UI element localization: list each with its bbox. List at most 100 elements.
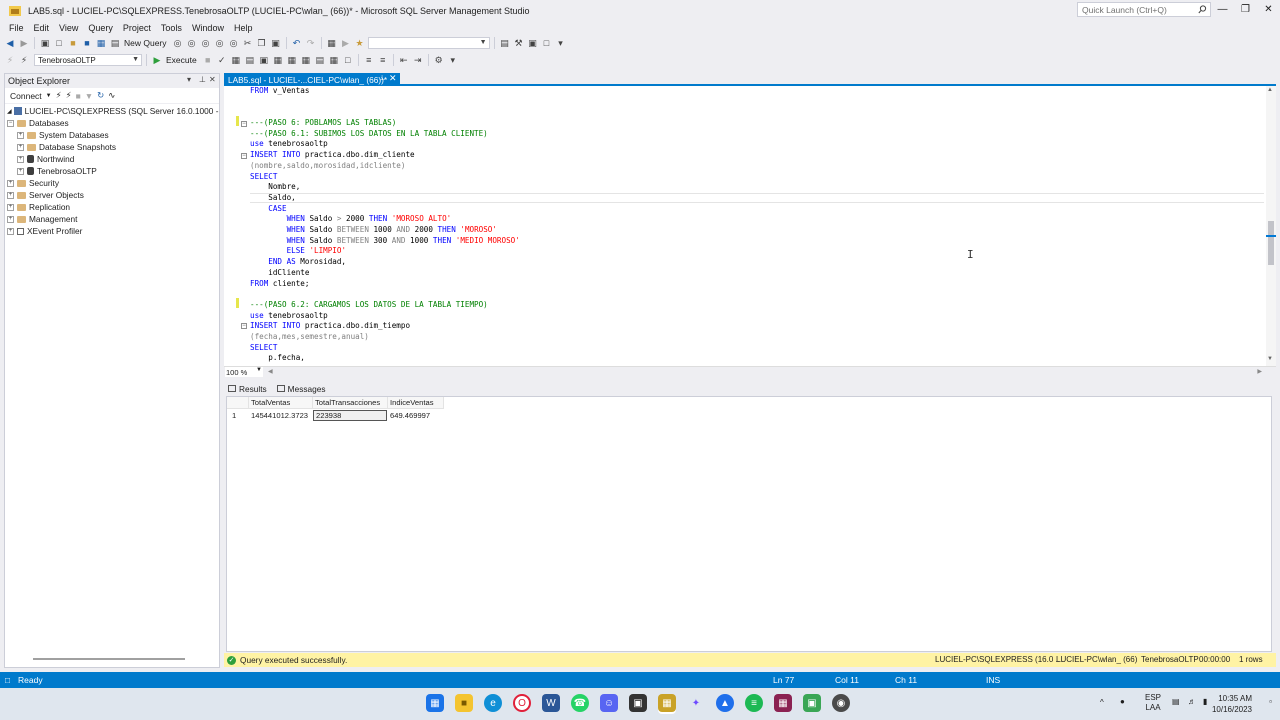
tree-item-tenebrosaoltp[interactable]: + TenebrosaOLTP [5, 165, 219, 177]
decrease-indent-icon[interactable]: ⇤ [398, 54, 410, 66]
fold-icon[interactable]: − [241, 121, 247, 127]
tree-item-system-databases[interactable]: + System Databases [5, 129, 219, 141]
quick-launch-input[interactable]: Quick Launch (Ctrl+Q) [1077, 2, 1211, 17]
window-layout-icon[interactable]: □ [541, 37, 553, 49]
paste-icon[interactable]: ▣ [270, 37, 282, 49]
language-indicator[interactable]: ESP LAA [1145, 693, 1161, 713]
network-icon[interactable]: ▤ [1172, 697, 1180, 706]
increase-indent-icon[interactable]: ⇥ [412, 54, 424, 66]
scroll-right-icon[interactable]: ▶ [1257, 368, 1262, 375]
display-estimated-plan-icon[interactable]: ▦ [230, 54, 242, 66]
tree-item-security[interactable]: + Security [5, 177, 219, 189]
column-header[interactable]: IndiceVentas [388, 397, 444, 409]
redo-icon[interactable]: ↷ [305, 37, 317, 49]
sql-editor[interactable]: − − − FROM v_Ventas ---(PASO 6: POBLAMOS… [224, 86, 1276, 366]
tree-item-server[interactable]: ◢ LUCIEL-PC\SQLEXPRESS (SQL Server 16.0.… [5, 105, 219, 117]
copy-icon[interactable]: ❐ [256, 37, 268, 49]
document-tab[interactable]: LAB5.sql - LUCIEL-...CIEL-PC\wlan_ (66))… [224, 73, 400, 86]
cube-app-icon[interactable]: ▣ [803, 694, 821, 712]
menu-window[interactable]: Window [187, 23, 229, 33]
uncomment-icon[interactable]: ≡ [377, 54, 389, 66]
pin-icon[interactable]: ⊥ [199, 75, 206, 84]
dmx-query-icon[interactable]: ◎ [214, 37, 226, 49]
pin-icon[interactable]: ⊥ [379, 74, 385, 82]
toolbox-icon[interactable]: ▣ [527, 37, 539, 49]
filter-icon[interactable]: ▼ [85, 91, 93, 101]
grid-cell-selected[interactable]: 223938 [313, 410, 387, 421]
activity-icon[interactable]: ∿ [108, 90, 115, 101]
whatsapp-icon[interactable]: ☎ [571, 694, 589, 712]
menu-project[interactable]: Project [118, 23, 156, 33]
customize-toolbar-icon[interactable]: ▾ [447, 54, 459, 66]
analysis-query-icon[interactable]: ◎ [186, 37, 198, 49]
results-to-grid-icon[interactable]: ▦ [328, 54, 340, 66]
expand-icon[interactable]: + [17, 155, 24, 163]
results-to-file-icon[interactable]: □ [342, 54, 354, 66]
forward-icon[interactable]: ▶ [18, 37, 30, 49]
expand-icon[interactable]: + [7, 215, 14, 223]
new-file-icon[interactable]: □ [53, 37, 65, 49]
panel-close-icon[interactable]: ✕ [209, 75, 216, 84]
battery-icon[interactable]: ▮ [1203, 697, 1207, 706]
intellisense-icon[interactable]: ▣ [258, 54, 270, 66]
query-designer-icon[interactable]: ▤ [244, 54, 256, 66]
tab-close-icon[interactable]: ✕ [389, 73, 397, 84]
collapse-icon[interactable]: − [7, 119, 14, 127]
expand-icon[interactable]: + [17, 143, 24, 151]
tree-item-xevent-profiler[interactable]: + XEvent Profiler [5, 225, 219, 237]
panel-menu-icon[interactable]: ▾ [187, 75, 191, 84]
menu-view[interactable]: View [54, 23, 83, 33]
ssms-taskbar-icon[interactable]: ▦ [658, 694, 676, 712]
properties-icon[interactable]: ⚒ [513, 37, 525, 49]
scroll-left-icon[interactable]: ◀ [268, 368, 273, 375]
specify-values-icon[interactable]: ⚙ [433, 54, 445, 66]
search-combo[interactable]: ▼ [367, 37, 490, 49]
horizontal-scrollbar[interactable] [33, 658, 185, 660]
microphone-icon[interactable]: ● [1120, 697, 1125, 706]
chrome-icon[interactable]: ◉ [832, 694, 850, 712]
start-debug-icon[interactable]: ▶ [340, 37, 352, 49]
live-stats-icon[interactable]: ▦ [286, 54, 298, 66]
minimize-button[interactable]: — [1211, 0, 1234, 19]
chevron-down-icon[interactable]: ▼ [46, 93, 52, 99]
results-grid[interactable]: TotalVentas TotalTransacciones IndiceVen… [226, 396, 1272, 652]
tab-messages[interactable]: Messages [276, 384, 326, 394]
zoom-dropdown[interactable]: 100 % ▼ [225, 367, 263, 377]
tree-item-databases[interactable]: − Databases [5, 117, 219, 129]
cut-icon[interactable]: ✂ [242, 37, 254, 49]
disconnect-icon[interactable]: ⚡ [66, 90, 72, 101]
comment-icon[interactable]: ≡ [363, 54, 375, 66]
save-icon[interactable]: ■ [81, 37, 93, 49]
app-icon[interactable]: ▲ [716, 694, 734, 712]
expand-icon[interactable]: + [17, 131, 24, 139]
include-plan-icon[interactable]: ▦ [272, 54, 284, 66]
file-explorer-icon[interactable]: ■ [455, 694, 473, 712]
new-project-icon[interactable]: ▣ [39, 37, 51, 49]
stop-icon[interactable]: ■ [76, 91, 81, 101]
opera-browser-icon[interactable]: O [513, 694, 531, 712]
editor-vertical-scrollbar[interactable]: ▲ ▼ [1266, 86, 1276, 366]
change-connection-icon[interactable]: ⚡ [18, 54, 30, 66]
cancel-query-icon[interactable]: ■ [202, 54, 214, 66]
tab-results[interactable]: Results [228, 384, 267, 394]
undo-icon[interactable]: ↶ [291, 37, 303, 49]
grid-cell[interactable]: 145441012.3723 [249, 410, 313, 421]
close-button[interactable]: ✕ [1257, 0, 1280, 19]
back-icon[interactable]: ◀ [4, 37, 16, 49]
connect-icon[interactable]: ⚡ [56, 90, 62, 101]
available-databases-dropdown[interactable]: TenebrosaOLTP ▼ [34, 54, 142, 66]
client-stats-icon[interactable]: ▦ [300, 54, 312, 66]
microsoft-store-icon[interactable]: ▣ [629, 694, 647, 712]
open-file-icon[interactable]: ■ [67, 37, 79, 49]
column-header[interactable]: TotalVentas [249, 397, 313, 409]
menu-file[interactable]: File [4, 23, 29, 33]
menu-tools[interactable]: Tools [156, 23, 187, 33]
connect-icon[interactable]: ⚡ [4, 54, 16, 66]
spotify-icon[interactable]: ≡ [745, 694, 763, 712]
connect-button[interactable]: Connect [10, 91, 42, 101]
fold-icon[interactable]: − [241, 323, 247, 329]
find-in-files-icon[interactable]: ★ [354, 37, 366, 49]
results-to-text-icon[interactable]: ▤ [314, 54, 326, 66]
expand-icon[interactable]: + [7, 203, 14, 211]
expand-icon[interactable]: + [17, 167, 24, 175]
